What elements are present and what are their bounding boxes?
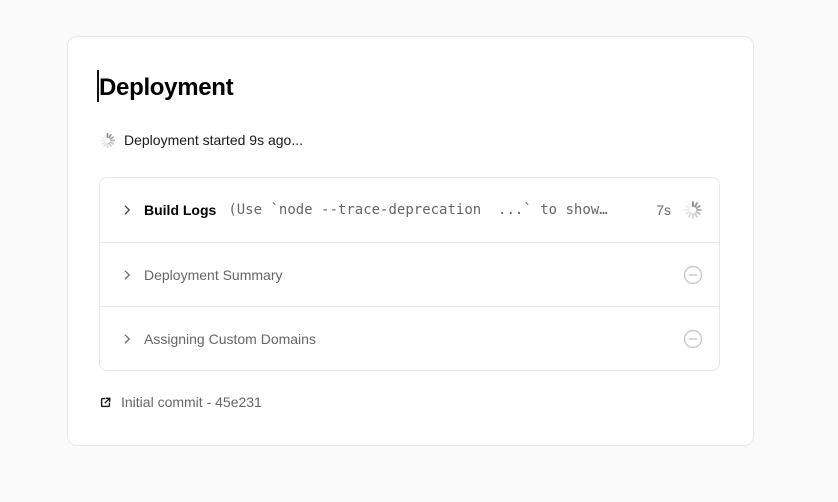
commit-link[interactable]: Initial commit - 45e231 bbox=[99, 393, 262, 411]
page: Deployment bbox=[0, 0, 838, 502]
section-status bbox=[683, 329, 703, 349]
section-label: Assigning Custom Domains bbox=[144, 331, 316, 347]
spinner-icon bbox=[99, 132, 116, 149]
section-status bbox=[683, 265, 703, 285]
section-label: Build Logs bbox=[144, 202, 216, 218]
chevron-right-icon bbox=[120, 203, 134, 217]
minus-circle-icon bbox=[683, 329, 703, 349]
external-link-icon bbox=[99, 396, 112, 409]
section-detail: (Use `node --trace-deprecation ...` to s… bbox=[228, 202, 607, 218]
status-text: Deployment started 9s ago... bbox=[124, 132, 303, 148]
page-title-wrap: Deployment bbox=[99, 73, 233, 103]
section-duration: 7s bbox=[656, 202, 671, 218]
section-label: Deployment Summary bbox=[144, 267, 283, 283]
section-status: 7s bbox=[656, 200, 703, 220]
text-cursor bbox=[97, 70, 99, 102]
section-row-build-logs[interactable]: Build Logs (Use `node --trace-deprecatio… bbox=[100, 178, 719, 242]
steps-panel: Build Logs (Use `node --trace-deprecatio… bbox=[99, 177, 720, 371]
spinner-icon bbox=[683, 200, 703, 220]
commit-label: Initial commit - 45e231 bbox=[121, 394, 262, 410]
chevron-right-icon bbox=[120, 332, 134, 346]
deployment-status: Deployment started 9s ago... bbox=[99, 131, 720, 149]
page-title: Deployment bbox=[99, 73, 233, 103]
deployment-card: Deployment bbox=[67, 36, 754, 446]
chevron-right-icon bbox=[120, 268, 134, 282]
section-row-assigning-custom-domains[interactable]: Assigning Custom Domains bbox=[100, 306, 719, 370]
minus-circle-icon bbox=[683, 265, 703, 285]
section-row-deployment-summary[interactable]: Deployment Summary bbox=[100, 242, 719, 306]
